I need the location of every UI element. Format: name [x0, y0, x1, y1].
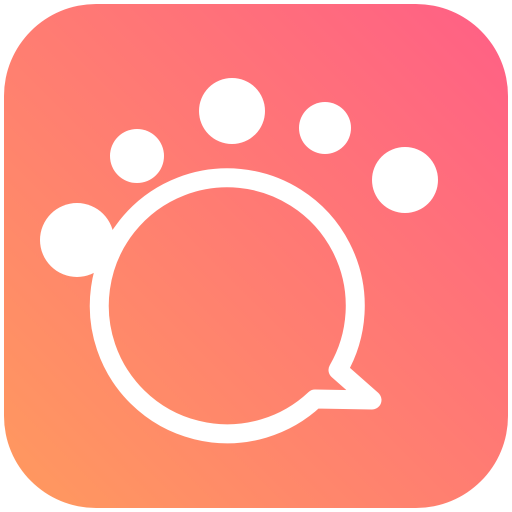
app-icon-tile[interactable] — [0, 0, 512, 512]
app-icon-canvas — [0, 0, 512, 512]
paw-chat-bubble-icon — [4, 4, 508, 508]
paw-toe-center — [199, 78, 265, 144]
paw-toe-right — [299, 102, 351, 154]
paw-toe-left — [110, 129, 164, 183]
paw-toe-far-right — [372, 147, 438, 213]
